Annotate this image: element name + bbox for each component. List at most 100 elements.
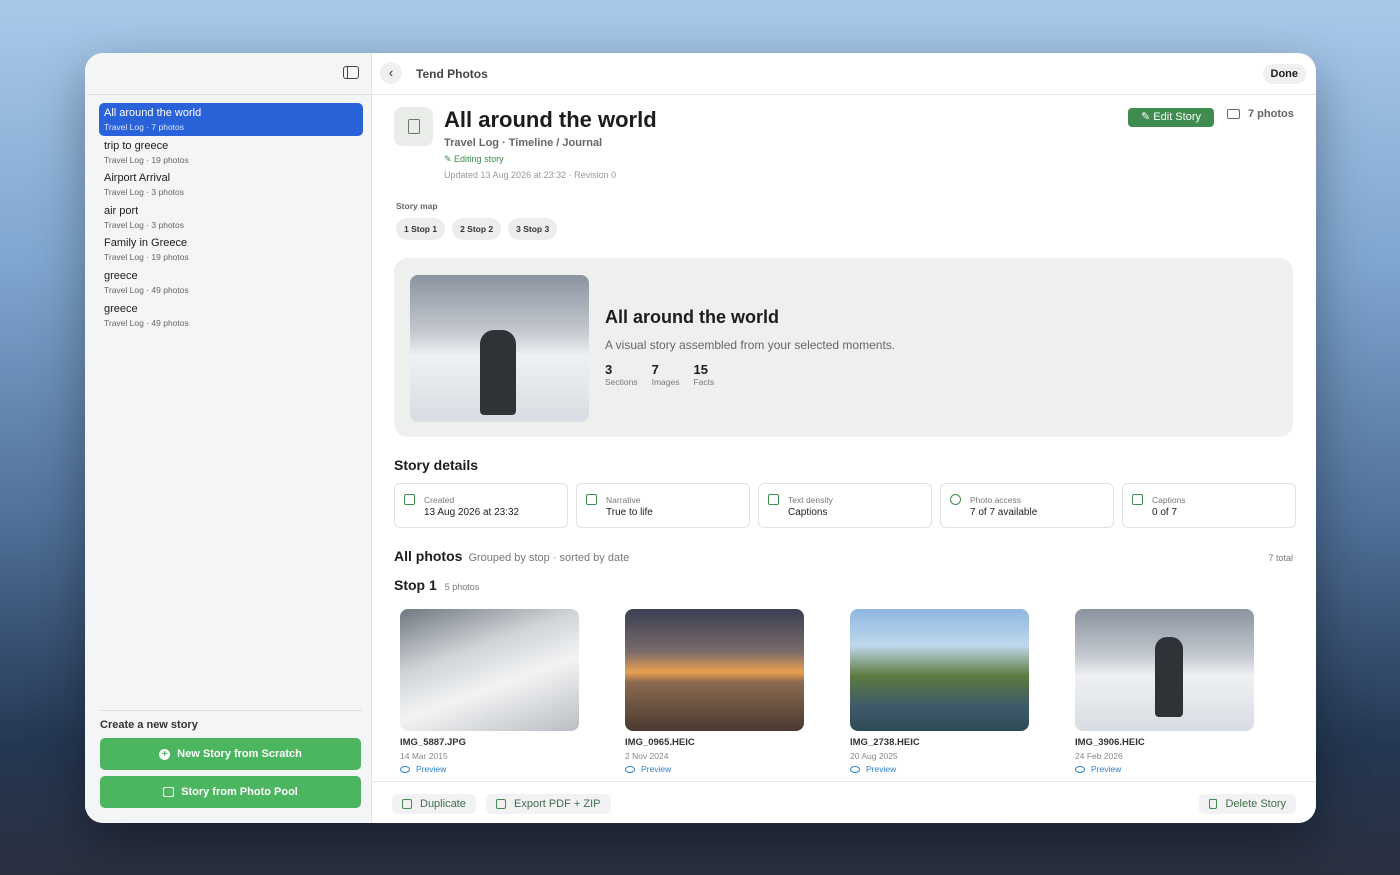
story-list-item[interactable]: Airport Arrival Travel Log · 3 photos <box>99 168 363 201</box>
photo-card[interactable]: IMG_5887.JPG 14 Mar 2015 Preview <box>400 609 579 774</box>
sidebar-header <box>85 53 371 95</box>
hero-title: All around the world <box>605 307 779 327</box>
stat-number: 15 <box>693 362 708 377</box>
edit-story-button[interactable]: ✎ Edit Story <box>1128 108 1214 127</box>
photo-card[interactable]: IMG_2738.HEIC 20 Aug 2025 Preview <box>850 609 1029 774</box>
delete-label: Delete Story <box>1225 798 1286 810</box>
export-label: Export PDF + ZIP <box>514 798 601 810</box>
story-title: greece <box>104 302 138 315</box>
editing-status: ✎ Editing story <box>444 154 504 164</box>
new-story-from-scratch-button[interactable]: + New Story from Scratch <box>100 738 361 770</box>
story-list-item[interactable]: greece Travel Log · 49 photos <box>99 266 363 299</box>
package-icon <box>496 799 506 809</box>
sidebar-toggle-icon[interactable] <box>343 66 359 79</box>
done-button[interactable]: Done <box>1262 64 1306 84</box>
photo-thumbnail[interactable] <box>1075 609 1254 731</box>
plus-circle-icon: + <box>159 748 171 760</box>
bottom-toolbar: Duplicate Export PDF + ZIP Delete Story <box>372 781 1316 823</box>
story-details-heading: Story details <box>394 457 479 473</box>
top-bar: ‹ Tend Photos Done <box>372 53 1316 95</box>
detail-value: 13 Aug 2026 at 23:32 <box>424 507 520 518</box>
stop-photo-count: 5 photos <box>444 582 480 592</box>
photos-count-button[interactable]: 7 photos <box>1227 108 1294 120</box>
photo-date: 20 Aug 2025 <box>850 751 898 761</box>
story-title: trip to greece <box>104 139 169 152</box>
chevron-left-icon: ‹ <box>388 65 394 80</box>
story-list-item[interactable]: greece Travel Log · 49 photos <box>99 299 363 332</box>
narrative-icon <box>586 494 597 505</box>
stat-number: 3 <box>605 362 613 377</box>
editing-label: Editing story <box>454 154 504 164</box>
all-photos-title: All photos <box>394 548 463 564</box>
new-story-label: New Story from Scratch <box>177 748 302 760</box>
duplicate-icon <box>402 799 412 809</box>
eye-icon <box>850 765 860 773</box>
preview-label: Preview <box>416 764 447 774</box>
main-content: ‹ Tend Photos Done All around the world … <box>372 53 1316 823</box>
skier-figure <box>1155 637 1183 717</box>
duplicate-button[interactable]: Duplicate <box>392 794 476 814</box>
photo-filename: IMG_3906.HEIC <box>1075 737 1145 748</box>
preview-label: Preview <box>1091 764 1122 774</box>
story-subtitle: Travel Log · 19 photos <box>104 252 189 263</box>
eye-icon <box>1075 765 1085 773</box>
photo-date: 14 Mar 2015 <box>400 751 448 761</box>
preview-label: Preview <box>641 764 672 774</box>
photo-filename: IMG_2738.HEIC <box>850 737 920 748</box>
photo-grid: IMG_5887.JPG 14 Mar 2015 Preview IMG_096… <box>400 609 1254 774</box>
story-title: air port <box>104 204 139 217</box>
photo-pool-label: Story from Photo Pool <box>181 786 298 798</box>
photo-card[interactable]: IMG_0965.HEIC 2 Nov 2024 Preview <box>625 609 804 774</box>
detail-narrative: Narrative True to life <box>576 483 750 528</box>
story-title: greece <box>104 269 138 282</box>
photo-date: 2 Nov 2024 <box>625 751 669 761</box>
story-details: Created 13 Aug 2026 at 23:32 Narrative T… <box>394 483 1296 528</box>
detail-label: Created <box>424 495 455 505</box>
story-subtitle: Travel Log · 49 photos <box>104 284 189 295</box>
photo-card[interactable]: IMG_3906.HEIC 24 Feb 2026 Preview <box>1075 609 1254 774</box>
photos-count-label: 7 photos <box>1248 108 1294 120</box>
story-subtitle: Travel Log · Timeline / Journal <box>444 137 603 149</box>
story-list-item[interactable]: Family in Greece Travel Log · 19 photos <box>99 233 363 266</box>
preview-link[interactable]: Preview <box>625 764 804 774</box>
stat-facts: 15 Facts <box>693 362 714 387</box>
photo-thumbnail[interactable] <box>400 609 579 731</box>
stop-title: Stop 1 <box>394 577 437 593</box>
stat-label: Facts <box>693 377 715 387</box>
stat-images: 7 Images <box>652 362 680 387</box>
all-photos-header: All photos Grouped by stop · sorted by d… <box>394 548 1293 564</box>
story-list-item[interactable]: air port Travel Log · 3 photos <box>99 201 363 234</box>
delete-story-button[interactable]: Delete Story <box>1199 794 1296 814</box>
trash-icon <box>1209 799 1218 809</box>
detail-label: Text density <box>788 495 833 505</box>
duplicate-label: Duplicate <box>420 798 466 810</box>
story-map-label: Story map <box>396 201 438 211</box>
stop-chip[interactable]: 2 Stop 2 <box>452 218 502 240</box>
story-subtitle: Travel Log · 19 photos <box>104 154 189 165</box>
story-title: Family in Greece <box>104 237 188 250</box>
story-list: All around the world Travel Log · 7 phot… <box>99 103 363 331</box>
photo-thumbnail[interactable] <box>850 609 1029 731</box>
story-list-item[interactable]: trip to greece Travel Log · 19 photos <box>99 136 363 169</box>
stop-chip[interactable]: 1 Stop 1 <box>396 218 446 240</box>
preview-link[interactable]: Preview <box>850 764 1029 774</box>
export-button[interactable]: Export PDF + ZIP <box>486 794 611 814</box>
story-title: Airport Arrival <box>104 172 171 185</box>
text-lines-icon <box>768 494 779 505</box>
eye-icon <box>400 765 410 773</box>
photo-thumbnail[interactable] <box>625 609 804 731</box>
story-from-photo-pool-button[interactable]: Story from Photo Pool <box>100 776 361 808</box>
detail-label: Narrative <box>606 495 641 505</box>
stop-chip[interactable]: 3 Stop 3 <box>508 218 558 240</box>
page-title: Tend Photos <box>416 67 488 81</box>
preview-link[interactable]: Preview <box>400 764 579 774</box>
detail-value: Captions <box>788 507 828 518</box>
updated-info: Updated 13 Aug 2026 at 23:32 · Revision … <box>444 170 617 180</box>
stat-number: 7 <box>651 362 659 377</box>
back-button[interactable]: ‹ <box>380 62 402 84</box>
create-story-heading: Create a new story <box>100 719 198 731</box>
all-photos-subtitle: Grouped by stop · sorted by date <box>468 552 630 564</box>
story-list-item[interactable]: All around the world Travel Log · 7 phot… <box>99 103 363 136</box>
detail-label: Captions <box>1152 495 1186 505</box>
preview-link[interactable]: Preview <box>1075 764 1254 774</box>
